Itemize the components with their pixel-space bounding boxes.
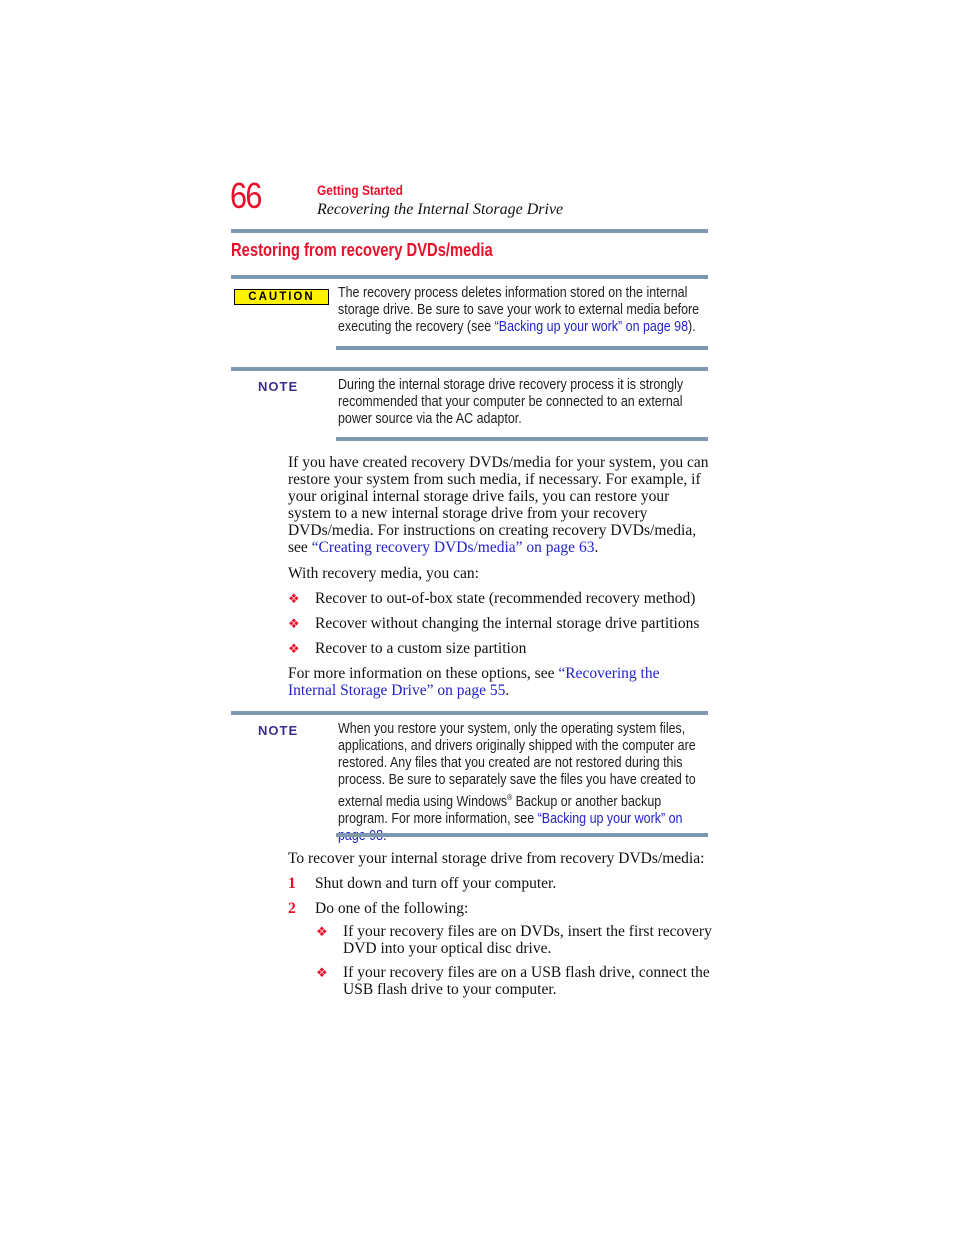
sub-option-item: If your recovery files are on DVDs, inse…	[343, 923, 712, 957]
note1-text: During the internal storage drive recove…	[338, 377, 684, 427]
caution-text: The recovery process deletes information…	[338, 285, 700, 335]
caution-top-divider	[231, 275, 708, 279]
note2-top-divider	[231, 711, 708, 715]
note1-top-divider	[231, 367, 708, 371]
step-text: Shut down and turn off your computer.	[315, 875, 557, 892]
option-item: Recover to a custom size partition	[315, 640, 527, 657]
chapter-title: Getting Started	[317, 182, 403, 198]
intro-paragraph: If you have created recovery DVDs/media …	[288, 454, 709, 556]
option-item: Recover to out-of-box state (recommended…	[315, 590, 696, 607]
bullet-icon: ❖	[316, 924, 328, 939]
step-number: 1	[288, 875, 296, 892]
header-divider	[231, 229, 708, 233]
more-info-paragraph: For more information on these options, s…	[288, 665, 660, 699]
section-heading: Restoring from recovery DVDs/media	[231, 240, 493, 260]
note2-bottom-divider	[336, 833, 708, 837]
bullet-icon: ❖	[288, 616, 300, 631]
options-intro: With recovery media, you can:	[288, 565, 479, 582]
bullet-icon: ❖	[288, 641, 300, 656]
steps-intro: To recover your internal storage drive f…	[288, 850, 705, 867]
bullet-icon: ❖	[288, 591, 300, 606]
step-number: 2	[288, 900, 296, 917]
page-number: 66	[230, 175, 262, 216]
backing-up-link[interactable]: “Backing up your work” on page 98	[495, 319, 688, 335]
option-item: Recover without changing the internal st…	[315, 615, 700, 632]
note-label: NOTE	[258, 379, 299, 394]
creating-recovery-link[interactable]: “Creating recovery DVDs/media” on page 6…	[312, 539, 595, 556]
caution-badge: CAUTION	[234, 289, 329, 305]
sub-option-item: If your recovery files are on a USB flas…	[343, 964, 710, 998]
section-title: Recovering the Internal Storage Drive	[317, 201, 564, 218]
step-text: Do one of the following:	[315, 900, 469, 917]
note2-text: When you restore your system, only the o…	[338, 721, 699, 845]
note-label: NOTE	[258, 723, 299, 738]
bullet-icon: ❖	[316, 965, 328, 980]
caution-bottom-divider	[336, 346, 708, 350]
note1-bottom-divider	[336, 437, 708, 441]
